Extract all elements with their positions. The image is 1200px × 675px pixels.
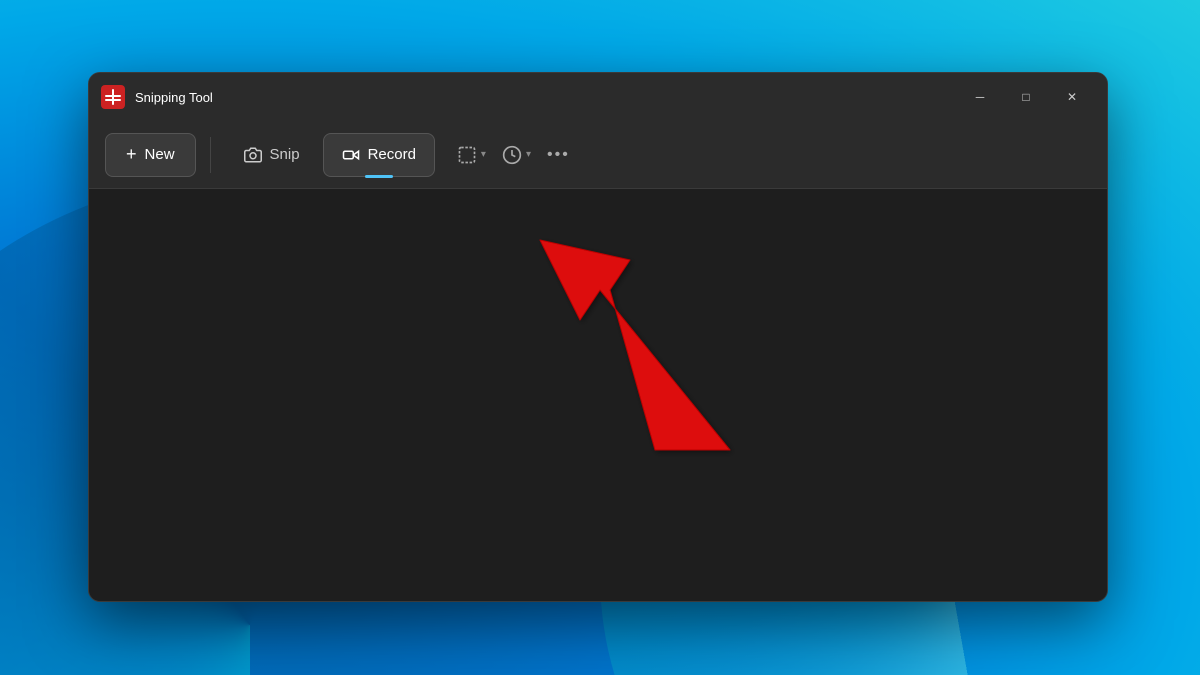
clock-icon	[502, 145, 522, 165]
mode-group: Snip Record	[225, 133, 435, 177]
snipping-tool-window: Snipping Tool ─ □ ✕ + New Snip	[88, 72, 1108, 602]
record-button-label: Record	[368, 146, 416, 163]
new-button-label: New	[145, 146, 175, 163]
camera-icon	[244, 146, 262, 164]
new-button-icon: +	[126, 144, 137, 165]
record-icon	[342, 146, 360, 164]
more-options-icon: •••	[547, 146, 570, 164]
toolbar-right: ▾ ▾ •••	[451, 133, 576, 177]
window-title: Snipping Tool	[135, 90, 957, 105]
snip-shape-icon	[457, 145, 477, 165]
timer-button[interactable]: ▾	[496, 133, 537, 177]
window-controls: ─ □ ✕	[957, 81, 1095, 113]
record-mode-button[interactable]: Record	[323, 133, 435, 177]
minimize-button[interactable]: ─	[957, 81, 1003, 113]
snip-mode-button[interactable]: Snip	[225, 133, 319, 177]
main-content	[89, 189, 1107, 601]
titlebar: Snipping Tool ─ □ ✕	[89, 73, 1107, 121]
snip-shape-button[interactable]: ▾	[451, 133, 492, 177]
toolbar-separator	[210, 137, 211, 173]
close-button[interactable]: ✕	[1049, 81, 1095, 113]
toolbar: + New Snip Record	[89, 121, 1107, 189]
timer-chevron: ▾	[526, 149, 531, 160]
more-options-button[interactable]: •••	[541, 133, 576, 177]
maximize-button[interactable]: □	[1003, 81, 1049, 113]
app-icon	[101, 85, 125, 109]
snip-button-label: Snip	[270, 146, 300, 163]
snip-shape-chevron: ▾	[481, 149, 486, 160]
new-button[interactable]: + New	[105, 133, 196, 177]
